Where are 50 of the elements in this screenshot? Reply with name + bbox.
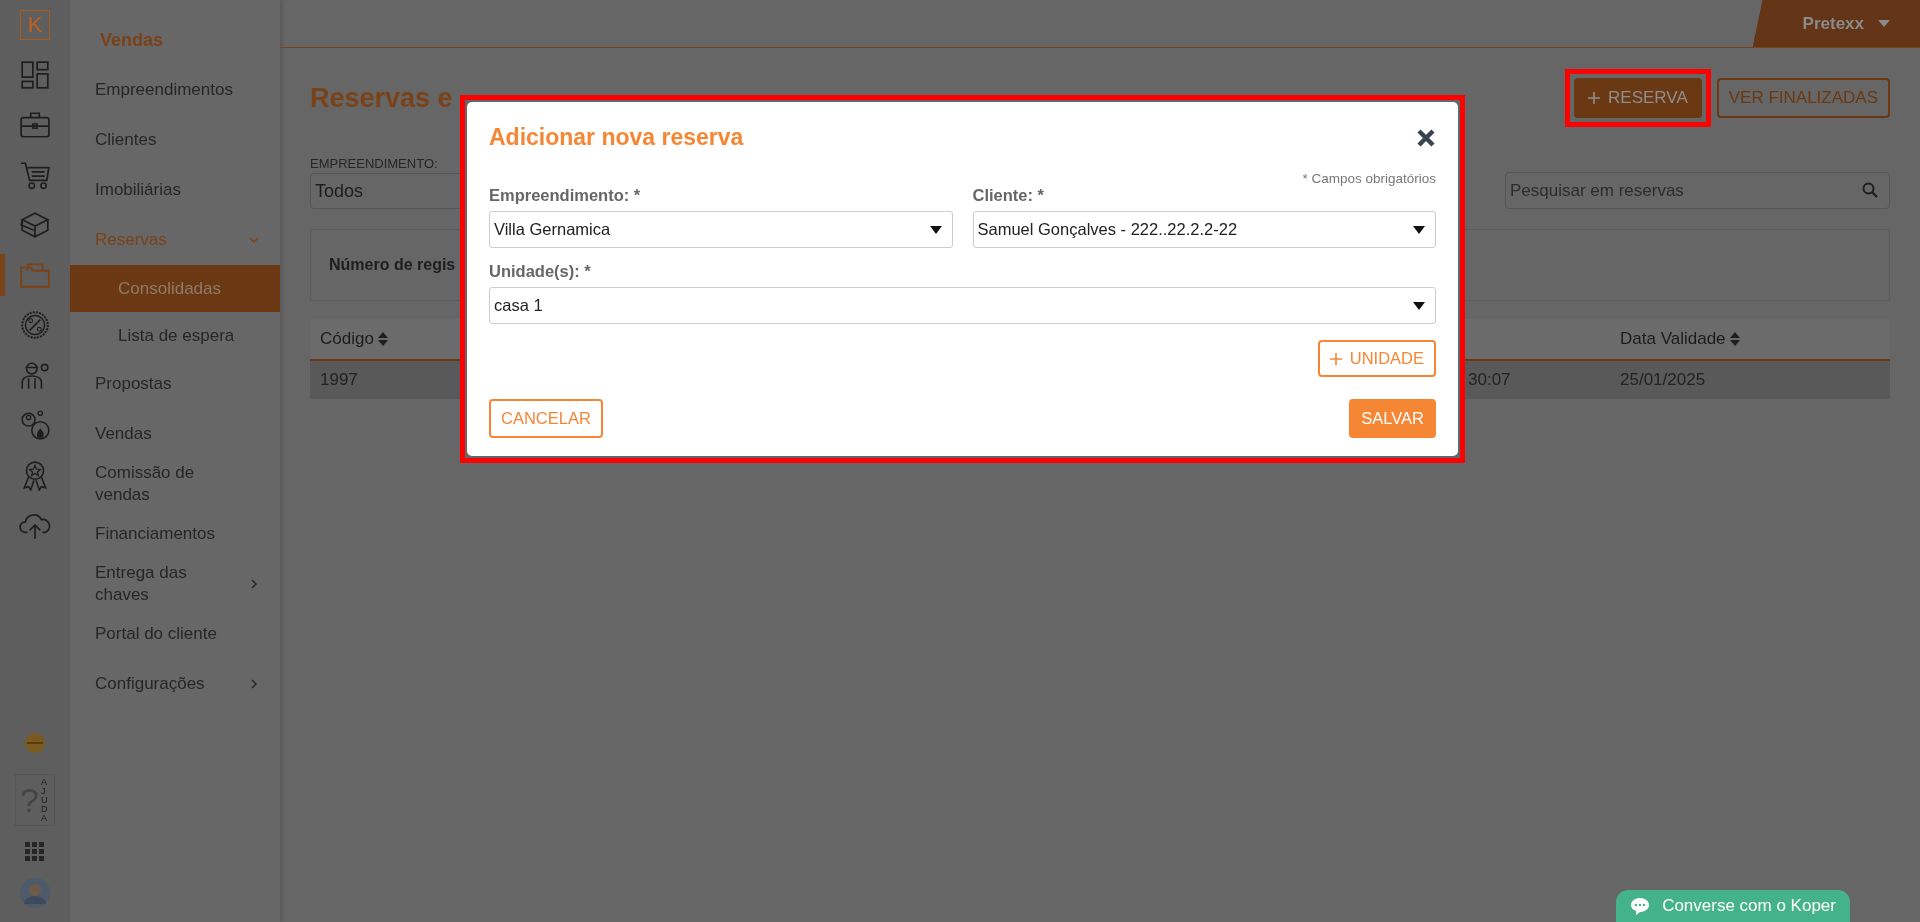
add-reservation-button[interactable]: RESERVA xyxy=(1574,78,1702,118)
sidebar-item[interactable]: Vendas xyxy=(70,409,255,459)
avatar-icon[interactable] xyxy=(20,878,50,908)
plus-icon xyxy=(1588,92,1601,104)
sidebar-group[interactable]: Configurações xyxy=(70,659,280,709)
sidebar-subitem[interactable]: Consolidadas xyxy=(70,265,280,312)
caret-icon xyxy=(1413,225,1425,234)
chevron-icon xyxy=(248,578,260,590)
table-cell: 25/01/2025 xyxy=(1610,361,1890,399)
chevron-icon xyxy=(248,678,260,690)
sort-icon xyxy=(1729,332,1740,346)
caret-icon xyxy=(929,225,942,234)
cancel-button[interactable]: CANCELAR xyxy=(489,399,603,438)
save-button[interactable]: SALVAR xyxy=(1349,399,1436,438)
search-icon xyxy=(1862,182,1878,198)
sidebar-item[interactable]: Propostas xyxy=(70,359,255,409)
required-note: * Campos obrigatórios xyxy=(1301,171,1436,186)
select-field[interactable]: casa 1 xyxy=(489,287,1436,324)
sidebar-title: Vendas xyxy=(99,29,165,52)
sidebar-item[interactable]: Imobiliárias xyxy=(70,165,255,215)
add-unit-button[interactable]: UNIDADE xyxy=(1317,340,1436,377)
apps-grid-icon[interactable] xyxy=(25,842,45,862)
app-logo[interactable]: K xyxy=(20,10,50,40)
plus-icon xyxy=(1329,352,1342,365)
chat-bubble-icon xyxy=(1630,897,1651,915)
sidebar-group[interactable]: Entrega das chaves xyxy=(70,559,280,609)
select-field[interactable]: Samuel Gonçalves - 222..22.2.2-22 xyxy=(972,211,1436,248)
sidebar-item[interactable]: Comissão de vendas xyxy=(70,459,255,509)
user-menu[interactable]: Pretexx xyxy=(1752,0,1920,47)
chat-button[interactable]: Converse com o Koper xyxy=(1616,890,1850,922)
sidebar-item[interactable]: Financiamentos xyxy=(70,509,255,559)
close-icon[interactable] xyxy=(1416,127,1436,148)
select-field[interactable]: Villa Gernamica xyxy=(489,211,953,248)
sort-icon xyxy=(377,332,388,346)
sidebar-item[interactable]: Clientes xyxy=(70,115,255,165)
caret-icon xyxy=(1413,301,1425,310)
sidebar-subitem[interactable]: Lista de espera xyxy=(70,312,280,359)
page-title: Reservas e xyxy=(310,82,453,114)
field-label: Unidade(s): * xyxy=(489,262,592,281)
dialog-title: Adicionar nova reserva xyxy=(489,124,744,151)
sidebar-item[interactable]: Portal do cliente xyxy=(70,609,255,659)
column-header[interactable]: Data Validade xyxy=(1610,319,1890,361)
sidebar-item[interactable]: Empreendimentos xyxy=(70,65,255,115)
sidebar-group[interactable]: Reservas xyxy=(70,215,280,265)
search-field[interactable]: Pesquisar em reservas xyxy=(1505,172,1890,209)
filter-label: EMPREENDIMENTO: xyxy=(310,156,439,171)
chevron-icon xyxy=(248,234,260,246)
field-label: Cliente: * xyxy=(972,186,1045,205)
view-finished-button[interactable]: VER FINALIZADAS xyxy=(1716,78,1890,118)
caret-icon xyxy=(1878,20,1890,27)
